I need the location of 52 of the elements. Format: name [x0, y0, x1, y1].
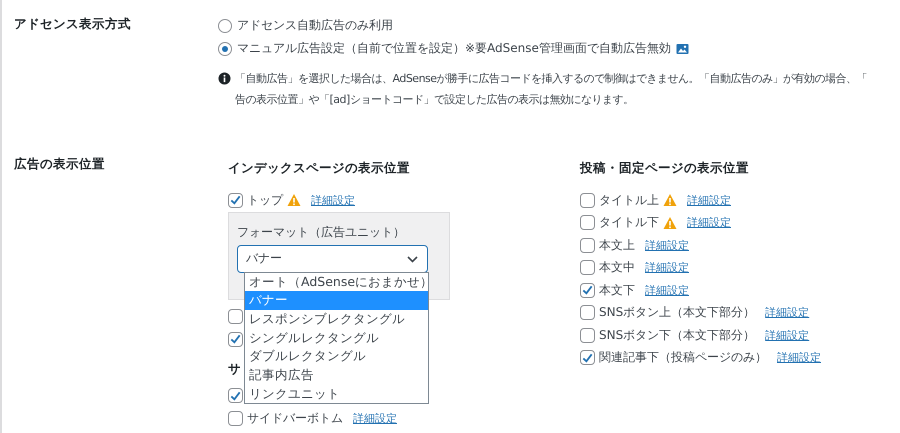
detail-settings-link[interactable]: 詳細設定 — [687, 192, 731, 208]
option-label: アドセンス自動広告のみ利用 — [237, 17, 393, 34]
detail-settings-link[interactable]: 詳細設定 — [645, 282, 689, 298]
section-label: アドセンス表示方式 — [13, 15, 132, 33]
info-text: 告の表示位置」や「[ad]ショートコード」で設定した広告の表示は無効になります。 — [235, 92, 634, 108]
dropdown-option[interactable]: リンクユニット — [245, 384, 428, 404]
checkbox-label: SNSボタン上（本文下部分） — [599, 304, 756, 322]
detail-settings-link[interactable]: 詳細設定 — [777, 350, 821, 366]
checkbox[interactable] — [580, 328, 595, 343]
dropdown-option[interactable]: オート（AdSenseにおまかせ） — [245, 272, 428, 292]
checkbox-label: サイドバーボトム — [247, 410, 343, 427]
checkbox-label: タイトル下 — [599, 214, 659, 232]
checkbox-label: 本文中 — [599, 259, 635, 276]
detail-settings-link[interactable]: 詳細設定 — [645, 260, 689, 276]
checkbox[interactable] — [580, 350, 595, 366]
checkbox[interactable] — [228, 332, 243, 347]
checkbox[interactable] — [580, 305, 595, 320]
radio-button[interactable] — [218, 42, 232, 56]
detail-settings-link[interactable]: 詳細設定 — [311, 192, 355, 208]
detail-settings-link[interactable]: 詳細設定 — [353, 410, 397, 426]
checkbox-label: 本文上 — [599, 236, 635, 254]
checkbox-label: 本文下 — [599, 282, 635, 299]
format-label: フォーマット（広告ユニット） — [237, 224, 406, 240]
checkbox[interactable] — [580, 238, 595, 253]
checkbox[interactable] — [228, 388, 243, 404]
column-heading: インデックスページの表示位置 — [228, 160, 411, 177]
detail-settings-link[interactable]: 詳細設定 — [765, 305, 810, 320]
dropdown-option[interactable]: シングルレクタングル — [245, 328, 428, 348]
checkbox[interactable] — [228, 309, 243, 324]
checkbox[interactable] — [580, 192, 595, 208]
dropdown-option[interactable]: レスポンシブレクタングル — [245, 310, 428, 329]
info-icon — [218, 72, 231, 85]
column-heading: 投稿・固定ページの表示位置 — [580, 160, 750, 177]
checkbox[interactable] — [580, 215, 595, 230]
dropdown-option[interactable]: バナー — [245, 291, 428, 310]
checkbox-label: タイトル上 — [599, 192, 659, 209]
dropdown-option[interactable]: ダブルレクタングル — [245, 347, 428, 366]
option-label: マニュアル広告設定（自前で位置を設定）※要AdSense管理画面で自動広告無効 — [237, 40, 671, 57]
checkbox[interactable] — [228, 410, 243, 426]
detail-settings-link[interactable]: 詳細設定 — [687, 215, 731, 230]
checkbox-label: 関連記事下（投稿ページのみ） — [599, 349, 767, 366]
detail-settings-link[interactable]: 詳細設定 — [765, 328, 810, 343]
info-text: 「自動広告」を選択した場合は、AdSenseが勝手に広告コードを挿入するので制御はできません。「自動広告のみ」が有効の場合、「 — [235, 71, 868, 87]
checkbox[interactable] — [580, 260, 595, 276]
section-label: 広告の表示位置 — [12, 155, 106, 173]
radio-button[interactable] — [218, 18, 232, 32]
detail-settings-link[interactable]: 詳細設定 — [645, 238, 689, 253]
dropdown-option[interactable]: 記事内広告 — [245, 366, 428, 385]
checkbox-label: トップ — [247, 192, 283, 209]
checkbox[interactable] — [228, 192, 243, 208]
checkbox-label: SNSボタン下（本文下部分） — [599, 326, 756, 344]
checkbox[interactable] — [580, 282, 595, 298]
